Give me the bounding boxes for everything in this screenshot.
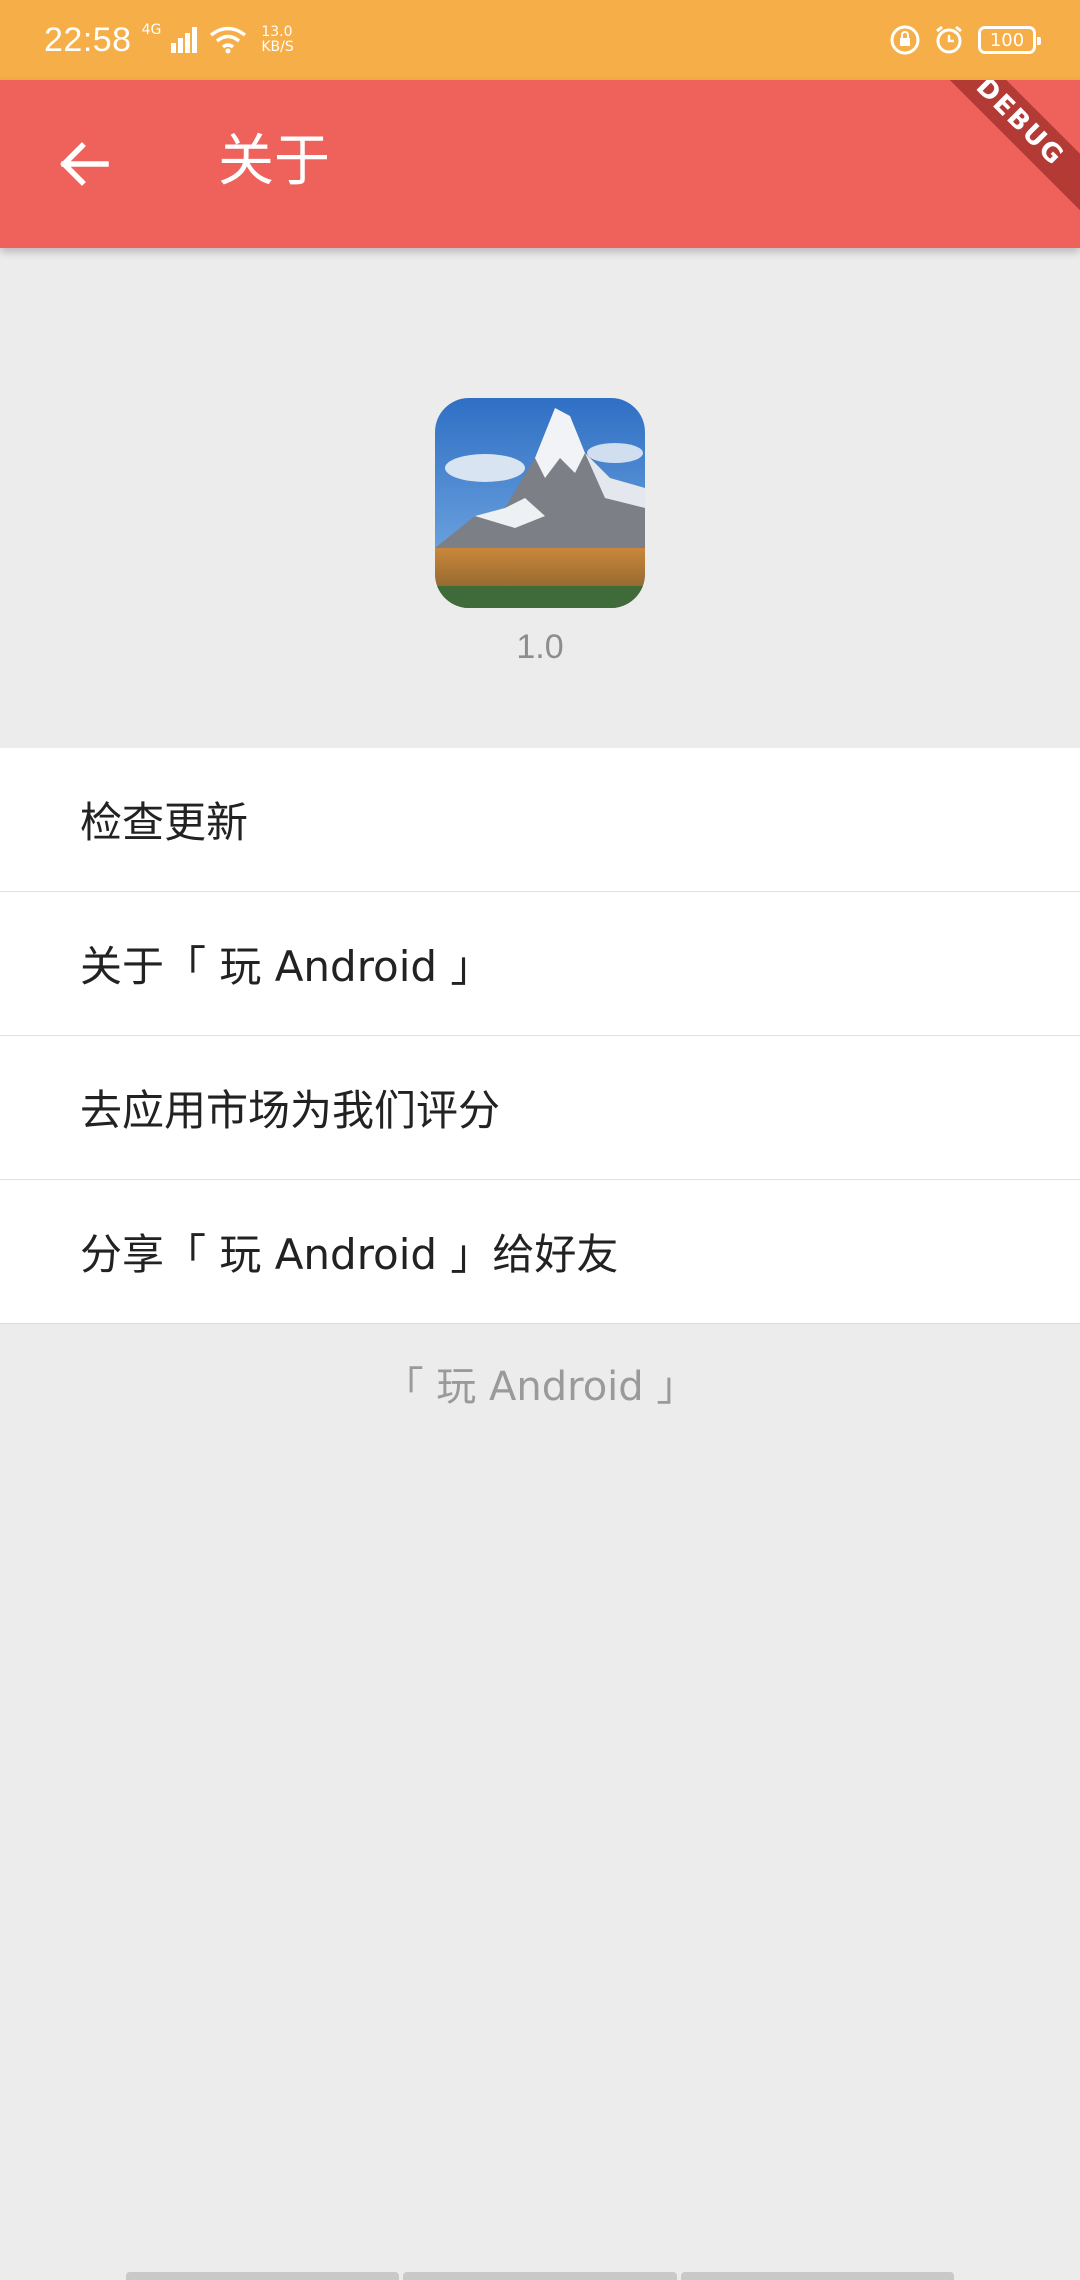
arrow-back-icon <box>60 142 109 186</box>
debug-banner: DEBUG <box>913 80 1080 229</box>
gesture-navigation-bar[interactable] <box>126 2272 954 2280</box>
back-button[interactable] <box>48 128 120 200</box>
status-left: 22:58 4G 13.0 KB/S <box>44 21 294 60</box>
status-time: 22:58 <box>44 20 132 59</box>
battery-level: 100 <box>989 29 1025 51</box>
gesture-segment <box>126 2272 400 2280</box>
alarm-icon <box>936 25 962 54</box>
menu-item-check-update[interactable]: 检查更新 <box>0 748 1080 892</box>
footer-app-name: 「 玩 Android 」 <box>383 1364 697 1410</box>
speed-value: 13.0 <box>261 24 293 40</box>
app-version: 1.0 <box>516 628 564 666</box>
status-bar: 22:58 4G 13.0 KB/S 100 <box>0 0 1080 80</box>
menu-item-share-app[interactable]: 分享「 玩 Android 」给好友 <box>0 1180 1080 1324</box>
battery-indicator: 100 <box>978 26 1041 54</box>
gesture-segment <box>680 2272 954 2280</box>
menu-list: 检查更新 关于「 玩 Android 」 去应用市场为我们评分 分享「 玩 An… <box>0 748 1080 1324</box>
mountain-logo-icon <box>435 398 645 608</box>
app-bar: 关于 DEBUG <box>0 80 1080 248</box>
wifi-icon <box>210 26 247 54</box>
speed-unit: KB/S <box>261 39 294 55</box>
network-type-label: 4G <box>141 22 162 38</box>
lock-rotation-icon <box>890 25 920 55</box>
network-speed: 13.0 KB/S <box>261 25 293 55</box>
menu-item-about-app[interactable]: 关于「 玩 Android 」 <box>0 892 1080 1036</box>
signal-icon <box>171 27 198 53</box>
gesture-segment <box>403 2272 677 2280</box>
menu-item-rate-app[interactable]: 去应用市场为我们评分 <box>0 1036 1080 1180</box>
app-logo <box>435 398 645 608</box>
status-right: 100 <box>890 25 1041 55</box>
page-title: 关于 <box>218 129 330 194</box>
